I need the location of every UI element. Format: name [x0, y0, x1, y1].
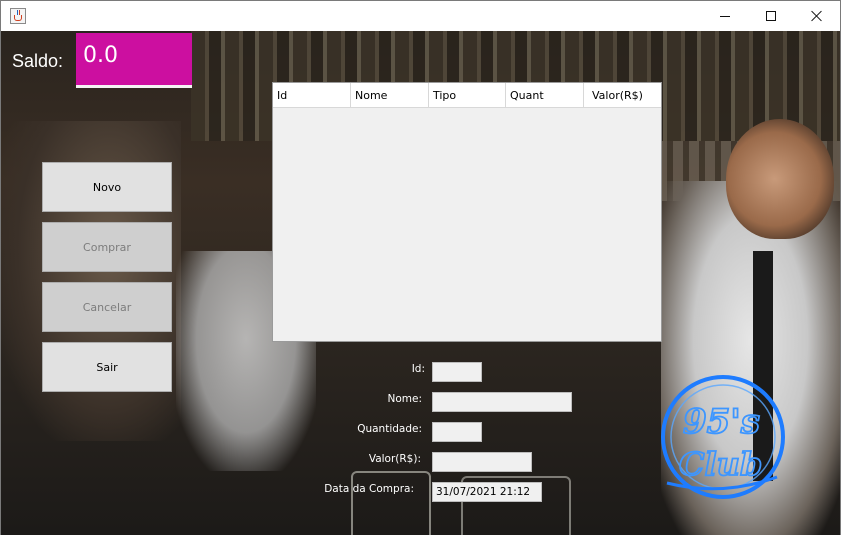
quantidade-field[interactable] [432, 422, 482, 442]
nome-field[interactable] [432, 392, 572, 412]
column-header-tipo[interactable]: Tipo [429, 83, 506, 108]
close-button[interactable] [794, 1, 840, 31]
saldo-display: 0.0 [76, 33, 192, 88]
minimize-button[interactable] [702, 1, 748, 31]
data-compra-field[interactable]: 31/07/2021 21:12 [432, 482, 542, 502]
id-label: Id: [411, 363, 425, 375]
comprar-button[interactable]: Comprar [42, 222, 172, 272]
valor-label: Valor(R$): [368, 453, 421, 465]
background-bartender-head [726, 119, 834, 239]
column-header-nome[interactable]: Nome [351, 83, 429, 108]
close-icon [811, 10, 823, 22]
table-header: Id Nome Tipo Quant Valor(R$) [273, 83, 661, 108]
main-panel: Saldo: 0.0 Novo Comprar Cancelar Sair Id… [1, 31, 840, 535]
cancelar-button[interactable]: Cancelar [42, 282, 172, 332]
logo-text-95s: 95's [683, 402, 760, 442]
title-bar[interactable] [1, 1, 840, 31]
background-glass [351, 471, 431, 535]
column-header-valor[interactable]: Valor(R$) [584, 83, 661, 108]
products-table[interactable]: Id Nome Tipo Quant Valor(R$) [272, 82, 662, 342]
95s-club-neon-logo: 95's Club [661, 375, 785, 499]
nome-label: Nome: [387, 393, 422, 405]
column-header-quant[interactable]: Quant [506, 83, 584, 108]
valor-field[interactable] [432, 452, 532, 472]
quantidade-label: Quantidade: [357, 423, 422, 435]
novo-button[interactable]: Novo [42, 162, 172, 212]
logo-text-club: Club [679, 445, 762, 483]
saldo-label: Saldo: [12, 51, 64, 71]
data-compra-label: Data da Compra: [324, 483, 414, 495]
app-window: Saldo: 0.0 Novo Comprar Cancelar Sair Id… [0, 0, 841, 535]
minimize-icon [720, 15, 730, 17]
column-header-id[interactable]: Id [273, 83, 351, 108]
table-body[interactable] [273, 108, 661, 341]
maximize-icon [766, 11, 776, 21]
id-field[interactable] [432, 362, 482, 382]
saldo-value: 0.0 [83, 43, 118, 68]
maximize-button[interactable] [748, 1, 794, 31]
java-app-icon[interactable] [10, 8, 26, 24]
sair-button[interactable]: Sair [42, 342, 172, 392]
